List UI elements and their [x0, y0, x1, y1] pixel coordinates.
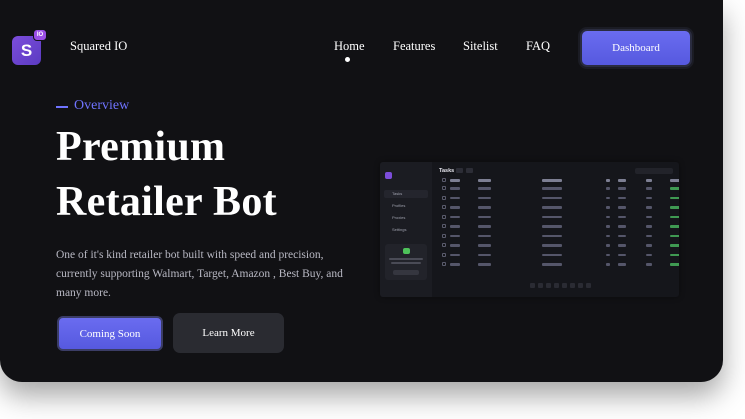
- preview-page-button: [570, 283, 575, 288]
- preview-table-row: [442, 186, 679, 191]
- preview-table-row: [442, 224, 679, 229]
- preview-chip: [456, 168, 463, 173]
- preview-title: Tasks: [439, 168, 455, 174]
- preview-table-row: [442, 262, 679, 267]
- logo-letter: S: [20, 40, 33, 60]
- preview-search: [635, 168, 673, 174]
- preview-sidebar-item: Proxies: [392, 215, 406, 220]
- preview-page-button: [554, 283, 559, 288]
- hero-description: One of it's kind retailer bot built with…: [56, 249, 343, 299]
- logo-badge: IO: [33, 29, 47, 41]
- preview-chip: [466, 168, 473, 173]
- preview-page-button: [538, 283, 543, 288]
- learn-more-button[interactable]: Learn More: [173, 313, 284, 353]
- preview-table-row: [442, 233, 679, 239]
- eyebrow-line: [56, 106, 68, 108]
- nav-sitelist[interactable]: Sitelist: [463, 39, 498, 54]
- preview-page-button: [530, 283, 535, 288]
- dashboard-button[interactable]: Dashboard: [580, 29, 692, 67]
- preview-table-row: [442, 195, 679, 201]
- brand-name[interactable]: Squared IO: [70, 39, 127, 54]
- nav-faq[interactable]: FAQ: [526, 39, 550, 54]
- nav-home[interactable]: Home: [334, 39, 365, 54]
- preview-sidebar-item: Profiles: [392, 203, 406, 208]
- active-indicator-dot: [345, 57, 350, 62]
- nav-features[interactable]: Features: [393, 39, 435, 54]
- preview-table-row: [442, 252, 679, 258]
- headline-line-2: Retailer Bot: [56, 179, 277, 225]
- preview-table-row: [442, 243, 679, 248]
- app-preview-image: Tasks Profiles Proxies Settings Tasks: [380, 162, 679, 297]
- preview-table-row: [442, 214, 679, 220]
- headline: Premium Retailer Bot: [56, 120, 277, 230]
- preview-page-button: [546, 283, 551, 288]
- preview-sidebar-item: Settings: [392, 227, 407, 232]
- coming-soon-button[interactable]: Coming Soon: [57, 316, 163, 351]
- preview-status-card: [385, 244, 427, 280]
- preview-status-icon: [403, 248, 410, 254]
- preview-logo-icon: [385, 172, 392, 179]
- preview-sidebar: Tasks Profiles Proxies Settings: [380, 162, 432, 297]
- preview-table-header: [442, 178, 679, 183]
- headline-line-1: Premium: [56, 124, 226, 170]
- preview-table-row: [442, 205, 679, 210]
- preview-page-button: [562, 283, 567, 288]
- preview-page-button: [586, 283, 591, 288]
- preview-page-button: [578, 283, 583, 288]
- preview-sidebar-item: Tasks: [384, 190, 428, 198]
- eyebrow-text: Overview: [74, 98, 130, 113]
